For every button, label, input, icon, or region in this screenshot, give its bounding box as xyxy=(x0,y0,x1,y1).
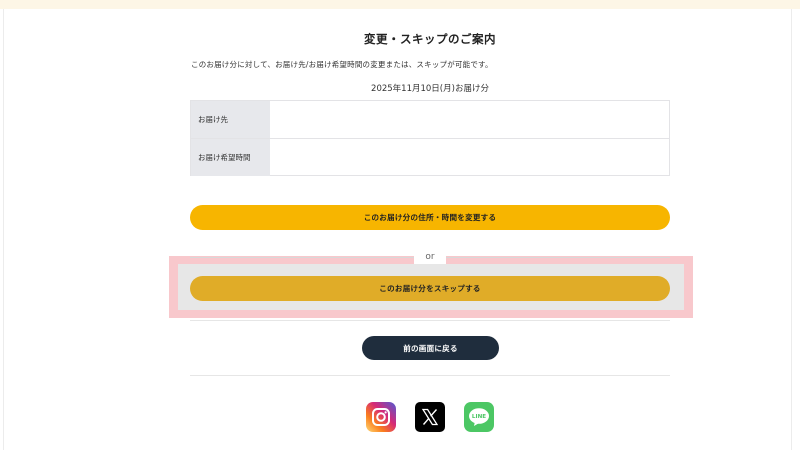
page: 変更・スキップのご案内 このお届け分に対して、お届け先/お届け希望時間の変更また… xyxy=(0,0,800,450)
instagram-icon[interactable] xyxy=(366,402,396,432)
change-address-time-button[interactable]: このお届け分の住所・時間を変更する xyxy=(190,205,670,230)
or-label: or xyxy=(414,250,446,264)
page-title: 変更・スキップのご案内 xyxy=(364,32,496,46)
divider xyxy=(190,375,670,376)
intro-text: このお届け分に対して、お届け先/お届け希望時間の変更または、スキップが可能です。 xyxy=(191,60,493,69)
line-icon[interactable]: LINE xyxy=(464,402,494,432)
delivery-date: 2025年11月10日(月)お届け分 xyxy=(371,84,489,94)
table-row: お届け先 xyxy=(191,101,669,139)
divider xyxy=(190,320,670,321)
x-icon[interactable] xyxy=(415,402,445,432)
delivery-time-label: お届け希望時間 xyxy=(191,139,270,176)
table-row: お届け希望時間 xyxy=(191,139,669,176)
delivery-time-value xyxy=(270,139,669,176)
skip-delivery-button[interactable]: このお届け分をスキップする xyxy=(190,276,670,301)
back-button[interactable]: 前の画面に戻る xyxy=(362,336,499,360)
address-value xyxy=(270,101,669,138)
delivery-info-table: お届け先 お届け希望時間 xyxy=(190,100,670,176)
address-label: お届け先 xyxy=(191,101,270,138)
top-strip xyxy=(0,0,800,9)
line-logo-text: LINE xyxy=(472,414,486,420)
